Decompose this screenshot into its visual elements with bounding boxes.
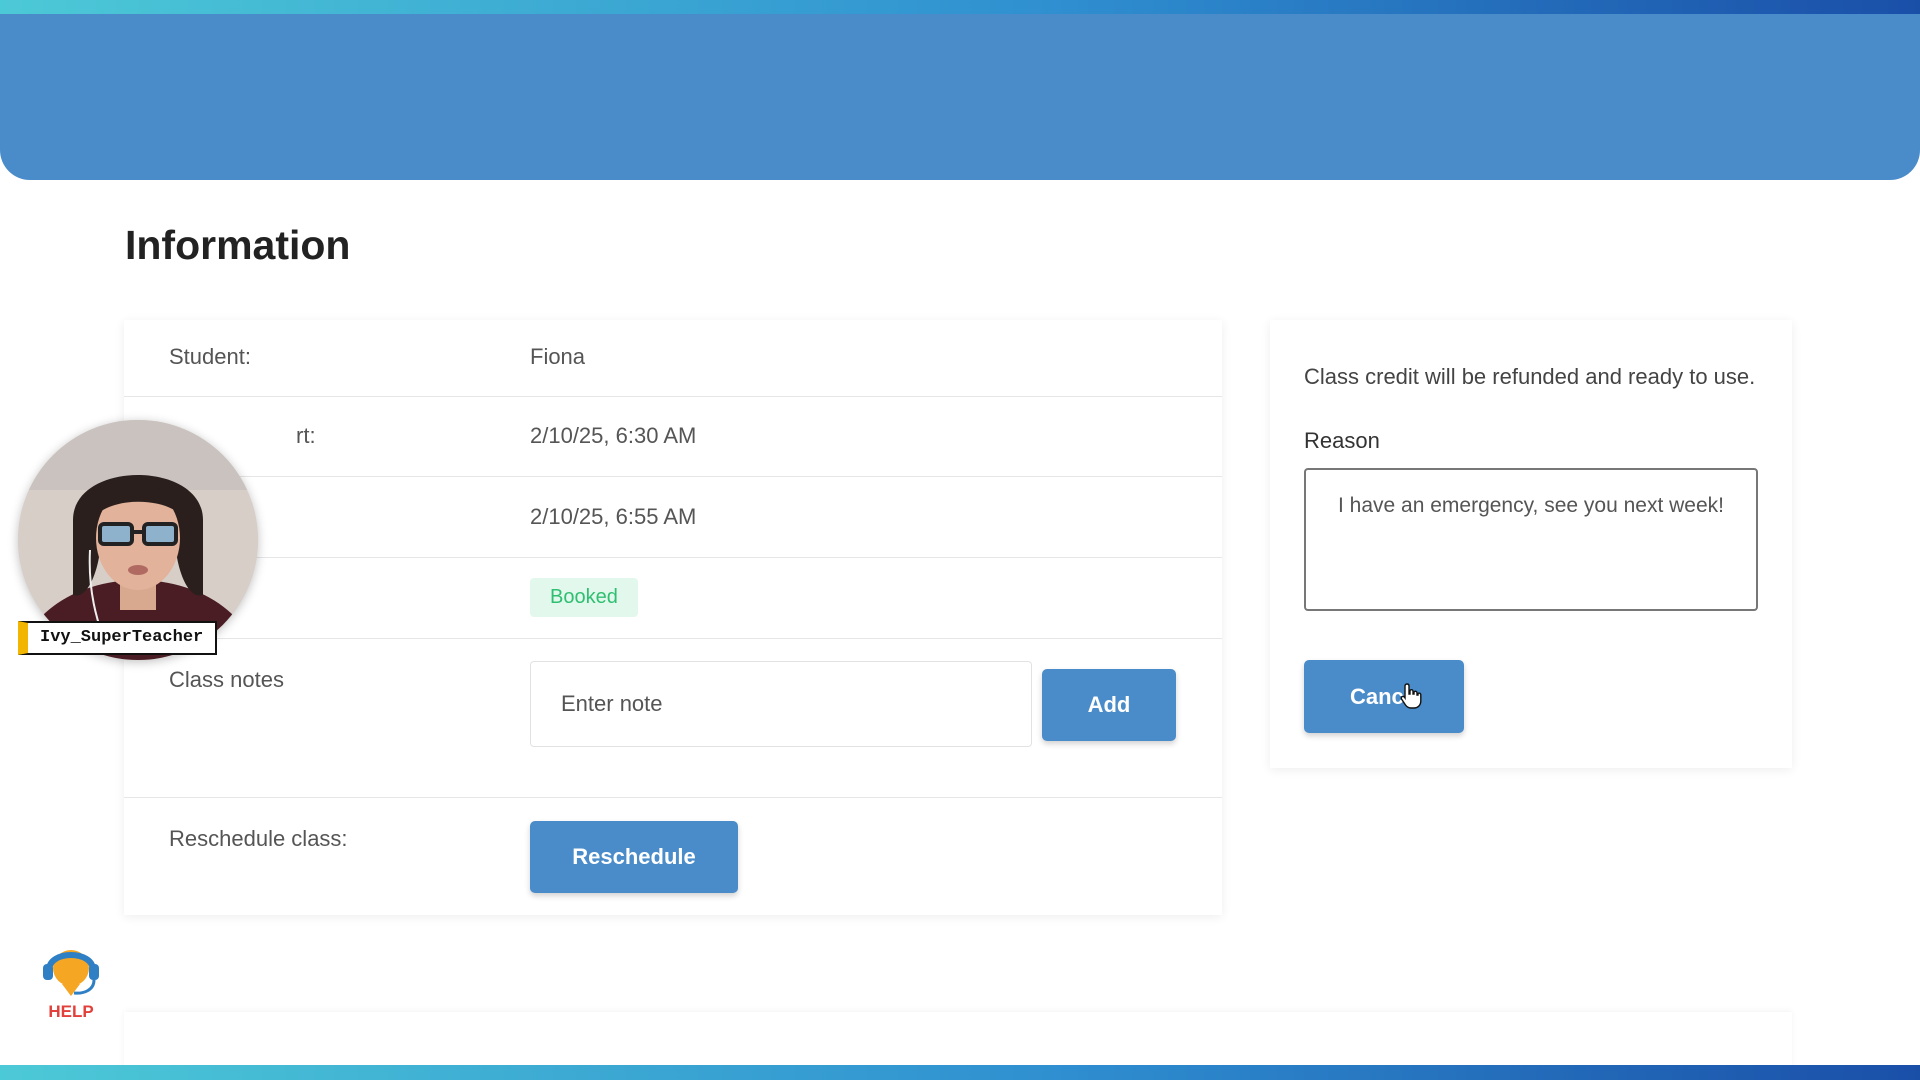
headset-help-icon [43,950,99,996]
student-row: Student: Fiona [124,320,1222,397]
student-label: Student: [169,344,251,369]
start-label: rt: [296,423,316,448]
cancel-class-panel: Class credit will be refunded and ready … [1270,320,1792,768]
reason-label: Reason [1304,428,1380,453]
page-title: Information [125,222,351,268]
reschedule-button[interactable]: Reschedule [530,821,738,893]
student-value: Fiona [530,344,586,369]
note-input[interactable] [530,661,1032,747]
bottom-gradient-strip [0,1065,1920,1080]
start-row: rt: 2/10/25, 6:30 AM [124,397,1222,477]
class-notes-label: Class notes [169,667,284,692]
help-label: HELP [48,1002,94,1021]
add-note-button[interactable]: Add [1042,669,1176,741]
reschedule-row: Reschedule class: Reschedule [124,798,1222,915]
reschedule-label: Reschedule class: [169,826,348,851]
cancel-class-button[interactable]: Canc [1304,660,1464,733]
status-row: Booked [124,558,1222,639]
start-value: 2/10/25, 6:30 AM [530,423,697,448]
class-notes-row: Class notes Add [124,639,1222,798]
header-banner [0,14,1920,180]
app-window: Information Student: Fiona rt: 2/10/25, … [0,0,1920,1080]
help-widget[interactable]: HELP [36,938,106,1022]
end-value: 2/10/25, 6:55 AM [530,504,697,529]
presenter-name-tag: Ivy_SuperTeacher [18,621,218,655]
reason-textarea[interactable]: I have an emergency, see you next week! [1304,468,1758,611]
status-badge: Booked [530,578,638,617]
class-info-card: Student: Fiona rt: 2/10/25, 6:30 AM 2/10… [124,320,1222,915]
hand-cursor-icon [1400,683,1422,709]
refund-notice: Class credit will be refunded and ready … [1304,364,1756,389]
end-row: 2/10/25, 6:55 AM [124,477,1222,558]
